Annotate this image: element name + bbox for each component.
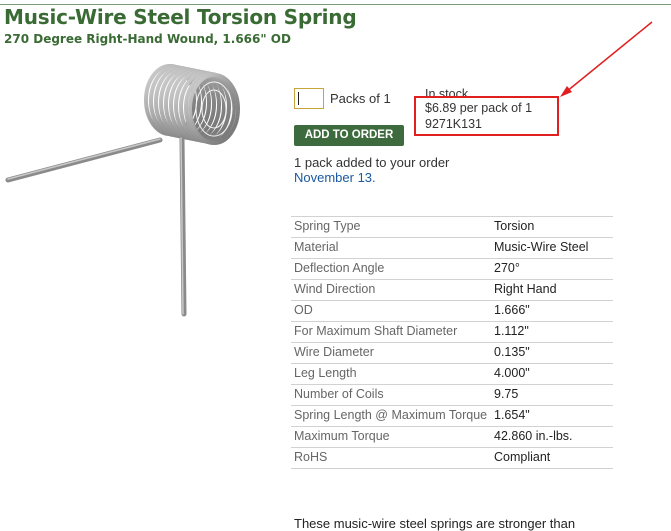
red-highlight-box — [414, 96, 559, 136]
red-arrow-annotation — [560, 21, 653, 97]
product-description: These music-wire steel springs are stron… — [294, 516, 576, 531]
spec-value: Right Hand — [491, 279, 613, 301]
spec-row: Wire Diameter 0.135" — [291, 342, 613, 364]
spec-label: Maximum Torque — [291, 426, 491, 448]
spec-row: Deflection Angle 270° — [291, 258, 613, 280]
spec-row: Wind Direction Right Hand — [291, 279, 613, 301]
spec-label: OD — [291, 300, 491, 322]
spec-label: Wire Diameter — [291, 342, 491, 364]
spec-row: For Maximum Shaft Diameter 1.112" — [291, 321, 613, 343]
spec-label: Spring Type — [291, 216, 491, 238]
spec-value: 4.000" — [491, 363, 613, 385]
spec-row: OD 1.666" — [291, 300, 613, 322]
spec-row: Leg Length 4.000" — [291, 363, 613, 385]
specifications-table: Spring Type Torsion Material Music-Wire Ste… — [291, 216, 613, 469]
spec-row: RoHS Compliant — [291, 447, 613, 469]
product-subtitle: 270 Degree Right-Hand Wound, 1.666" OD — [4, 32, 291, 46]
spec-label: Deflection Angle — [291, 258, 491, 280]
packs-label: Packs of 1 — [330, 91, 391, 106]
spec-value: 0.135" — [491, 342, 613, 364]
spec-label: Number of Coils — [291, 384, 491, 406]
torsion-spring-image — [5, 64, 240, 317]
spec-row: Maximum Torque 42.860 in.-lbs. — [291, 426, 613, 448]
spec-value: 1.666" — [491, 300, 613, 322]
spec-label: Spring Length @ Maximum Torque — [291, 405, 491, 427]
spec-value: 9.75 — [491, 384, 613, 406]
added-message: 1 pack added to your order — [294, 155, 450, 170]
spec-row: Spring Length @ Maximum Torque 1.654" — [291, 405, 613, 427]
spec-label: Leg Length — [291, 363, 491, 385]
spec-row: Material Music-Wire Steel — [291, 237, 613, 259]
quantity-input[interactable] — [294, 88, 324, 109]
spec-value: 1.654" — [491, 405, 613, 427]
add-to-order-button[interactable]: ADD TO ORDER — [294, 125, 404, 146]
spec-row: Number of Coils 9.75 — [291, 384, 613, 406]
added-date-link[interactable]: November 13. — [294, 170, 376, 185]
spec-value: 270° — [491, 258, 613, 280]
spec-row: Spring Type Torsion — [291, 216, 613, 238]
spec-label: For Maximum Shaft Diameter — [291, 321, 491, 343]
spec-value: Music-Wire Steel — [491, 237, 613, 259]
spec-value: 42.860 in.-lbs. — [491, 426, 613, 448]
spec-label: Material — [291, 237, 491, 259]
product-title: Music-Wire Steel Torsion Spring — [4, 5, 357, 29]
spec-label: Wind Direction — [291, 279, 491, 301]
spec-value: Compliant — [491, 447, 613, 469]
spec-value: Torsion — [491, 216, 613, 238]
spec-label: RoHS — [291, 447, 491, 469]
spec-value: 1.112" — [491, 321, 613, 343]
text-caret — [298, 92, 299, 105]
